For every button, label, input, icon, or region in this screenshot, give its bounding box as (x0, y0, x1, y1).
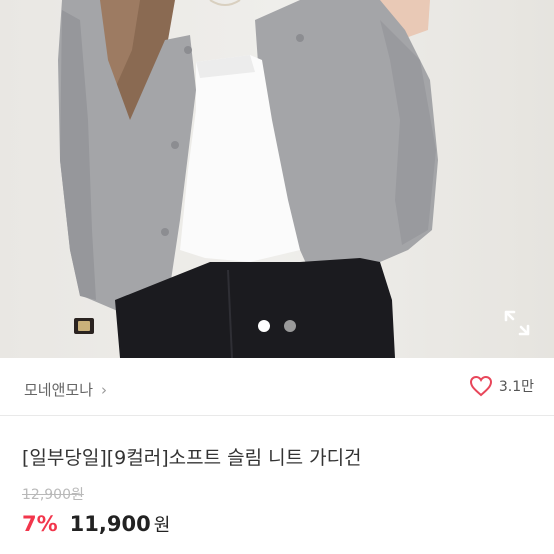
gallery-dot[interactable] (284, 320, 296, 332)
seller-row: 모네앤모나 › 3.1만 (0, 358, 554, 416)
sale-price: 11,900 (69, 512, 151, 536)
product-detail-page: 모네앤모나 › 3.1만 [일부당일][9컬러]소프트 슬림 니트 가디건 12… (0, 0, 554, 554)
like-count: 3.1만 (498, 379, 534, 395)
product-image-gallery[interactable] (0, 0, 554, 358)
seller-link[interactable]: 모네앤모나 › (24, 379, 107, 400)
price-row: 7% 11,900 원 (22, 511, 170, 537)
like-button[interactable]: 3.1만 (469, 375, 534, 397)
seller-name: 모네앤모나 (24, 381, 94, 399)
expand-icon[interactable] (502, 308, 532, 338)
gallery-dot-active[interactable] (258, 320, 270, 332)
discount-rate: 7% (22, 512, 58, 536)
original-price: 12,900원 (22, 487, 84, 503)
currency-label: 원 (153, 515, 171, 536)
product-photo (58, 0, 438, 358)
sale-price-group: 11,900 원 (70, 511, 171, 537)
chevron-right-icon: › (101, 380, 108, 399)
product-title: [일부당일][9컬러]소프트 슬림 니트 가디건 (22, 447, 362, 469)
heart-icon (469, 375, 492, 397)
gallery-pagination[interactable] (0, 320, 554, 332)
